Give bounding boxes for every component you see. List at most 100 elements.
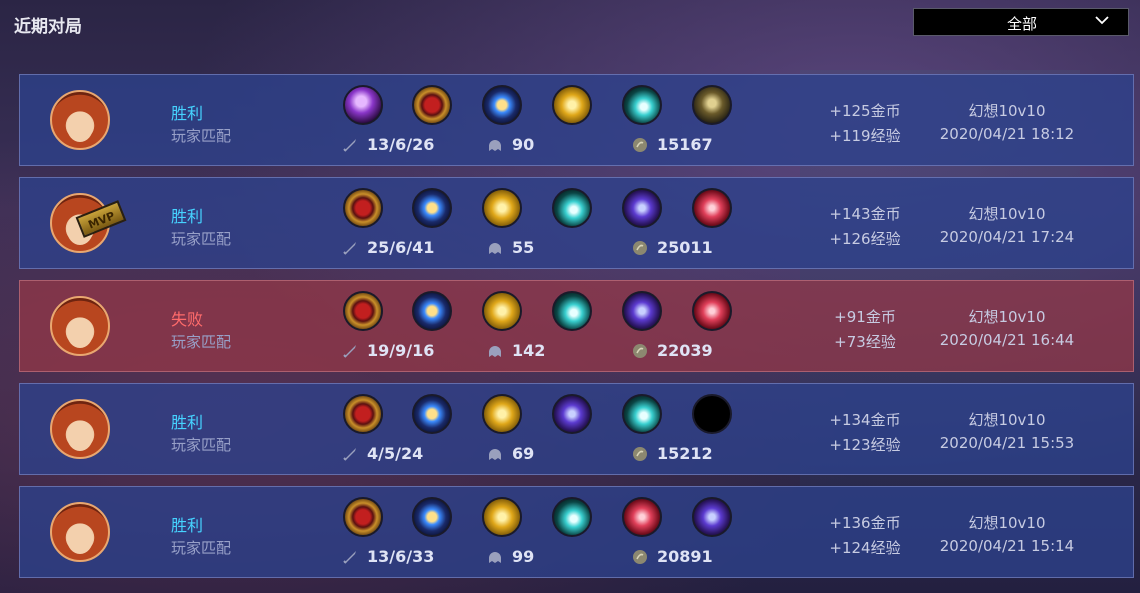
teal-beam-icon[interactable]	[622, 85, 662, 125]
kda-stat: 13/6/26	[342, 135, 452, 155]
exp-reward: +119经验	[829, 127, 901, 145]
gold-stat: 15167	[632, 135, 732, 155]
gold-reward: +125金币	[829, 102, 901, 120]
match-row[interactable]: MVP 胜利 玩家匹配 25/6/41 55 25011 +143金币 +126经验 幻想…	[19, 177, 1134, 269]
exp-reward: +124经验	[829, 539, 901, 557]
match-result: 胜利	[171, 413, 204, 432]
blue-crown-icon[interactable]	[412, 497, 452, 537]
kda-stat: 4/5/24	[342, 444, 452, 464]
minion-icon	[489, 243, 501, 254]
match-row[interactable]: 胜利 玩家匹配 4/5/24 69 15212 +134金币 +123经验 幻想10v1…	[19, 383, 1134, 475]
chevron-down-icon	[1095, 16, 1109, 25]
map-name: 幻想10v10	[968, 205, 1046, 223]
purple-tome-icon[interactable]	[692, 497, 732, 537]
match-row[interactable]: 胜利 玩家匹配 13/6/26 90 15167 +125金币 +119经验 幻想10v…	[19, 74, 1134, 166]
minion-icon	[489, 346, 501, 357]
coin-icon	[633, 138, 647, 152]
blue-crown-icon[interactable]	[412, 291, 452, 331]
gold-reward: +143金币	[829, 205, 901, 223]
purple-orb-icon[interactable]	[343, 85, 383, 125]
minion-stat: 90	[487, 135, 567, 155]
red-crystal-icon[interactable]	[692, 291, 732, 331]
minion-value: 99	[512, 547, 535, 566]
kda-value: 13/6/26	[367, 135, 435, 154]
match-result: 失败	[171, 310, 204, 329]
minion-stat: 69	[487, 444, 567, 464]
coin-icon	[633, 447, 647, 461]
map-name: 幻想10v10	[968, 102, 1046, 120]
blue-crown-icon[interactable]	[482, 85, 522, 125]
sword-icon	[343, 448, 356, 461]
blue-crown-icon[interactable]	[412, 394, 452, 434]
minion-icon	[489, 140, 501, 151]
purple-tome-icon[interactable]	[622, 188, 662, 228]
coin-icon	[633, 344, 647, 358]
minion-icon	[489, 449, 501, 460]
match-row[interactable]: 胜利玩家匹配 13/6/33 99 20891 +136金币 +124经验 幻想10v…	[19, 486, 1134, 578]
gold-swirl-icon[interactable]	[482, 291, 522, 331]
red-rune-icon[interactable]	[343, 394, 383, 434]
hero-avatar	[50, 502, 110, 562]
kda-value: 19/9/16	[367, 341, 435, 360]
red-crystal-icon[interactable]	[692, 188, 732, 228]
map-name: 幻想10v10	[968, 514, 1046, 532]
empty-slot-icon[interactable]	[692, 394, 732, 434]
red-crystal-icon[interactable]	[622, 497, 662, 537]
gold-reward: +136金币	[829, 514, 901, 532]
kda-value: 25/6/41	[367, 238, 435, 257]
gold-swirl-icon[interactable]	[482, 394, 522, 434]
minion-stat: 55	[487, 238, 567, 258]
kda-value: 13/6/33	[367, 547, 435, 566]
kda-stat: 19/9/16	[342, 341, 452, 361]
teal-beam-icon[interactable]	[622, 394, 662, 434]
minion-value: 142	[512, 341, 546, 360]
gold-swirl-icon[interactable]	[482, 188, 522, 228]
minion-value: 69	[512, 444, 535, 463]
teal-beam-icon[interactable]	[552, 497, 592, 537]
gold-swirl-icon[interactable]	[482, 497, 522, 537]
match-time: 2020/04/21 15:53	[939, 434, 1075, 452]
exp-reward: +73经验	[834, 333, 896, 351]
minion-value: 90	[512, 135, 535, 154]
match-mode: 玩家匹配	[171, 539, 232, 557]
page-title: 近期对局	[14, 17, 82, 37]
dark-claw-icon[interactable]	[692, 85, 732, 125]
match-result: 胜利	[171, 207, 204, 226]
gold-value: 15212	[657, 444, 713, 463]
gold-value: 20891	[657, 547, 713, 566]
gold-value: 22039	[657, 341, 713, 360]
gold-swirl-icon[interactable]	[552, 85, 592, 125]
purple-tome-icon[interactable]	[622, 291, 662, 331]
match-time: 2020/04/21 18:12	[939, 125, 1075, 143]
match-mode: 玩家匹配	[171, 127, 232, 145]
match-mode: 玩家匹配	[171, 230, 232, 248]
gold-value: 15167	[657, 135, 713, 154]
gold-reward: +91金币	[834, 308, 896, 326]
sword-icon	[343, 242, 356, 255]
sword-icon	[343, 551, 356, 564]
red-rune-icon[interactable]	[343, 291, 383, 331]
kda-stat: 25/6/41	[342, 238, 452, 258]
map-name: 幻想10v10	[968, 308, 1046, 326]
teal-beam-icon[interactable]	[552, 188, 592, 228]
gold-stat: 20891	[632, 547, 732, 567]
sword-icon	[343, 345, 356, 358]
gold-value: 25011	[657, 238, 713, 257]
kda-value: 4/5/24	[367, 444, 424, 463]
red-rune-icon[interactable]	[343, 188, 383, 228]
purple-tome-icon[interactable]	[552, 394, 592, 434]
red-rune-icon[interactable]	[343, 497, 383, 537]
match-filter-select[interactable]: 全部	[913, 8, 1129, 36]
match-result: 胜利	[171, 516, 204, 535]
teal-beam-icon[interactable]	[552, 291, 592, 331]
gold-stat: 22039	[632, 341, 732, 361]
hero-avatar	[50, 399, 110, 459]
match-row[interactable]: 失败 玩家匹配 19/9/16 142 22039 +91金币 +73经验 幻想10v1…	[19, 280, 1134, 372]
red-rune-icon[interactable]	[412, 85, 452, 125]
exp-reward: +126经验	[829, 230, 901, 248]
minion-value: 55	[512, 238, 535, 257]
minion-icon	[489, 552, 501, 563]
blue-crown-icon[interactable]	[412, 188, 452, 228]
hero-avatar	[50, 90, 110, 150]
minion-stat: 142	[487, 341, 567, 361]
